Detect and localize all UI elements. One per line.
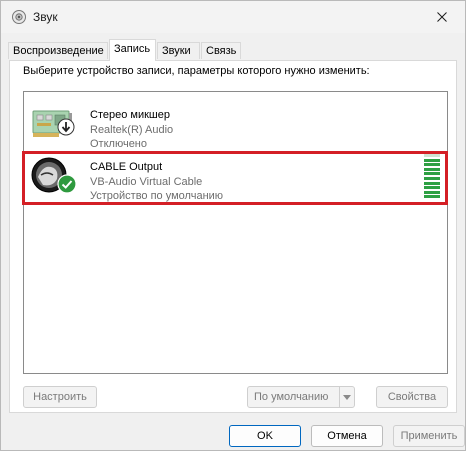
selection-highlight xyxy=(22,151,448,205)
properties-button[interactable]: Свойства xyxy=(376,386,448,408)
tab-playback[interactable]: Воспроизведение xyxy=(8,42,108,59)
title-bar: Звук xyxy=(1,1,465,33)
device-name: Стерео микшер xyxy=(90,109,170,121)
configure-button[interactable]: Настроить xyxy=(23,386,97,408)
device-item-stereo-mix[interactable]: Стерео микшер Realtek(R) Audio Отключено xyxy=(24,98,447,150)
device-list[interactable]: Стерео микшер Realtek(R) Audio Отключено xyxy=(22,91,448,374)
chevron-down-icon xyxy=(343,394,351,400)
panel-instruction: Выберите устройство записи, параметры ко… xyxy=(23,65,370,77)
sound-dialog: Звук Воспроизведение Запись Звуки Связь … xyxy=(0,0,466,451)
ok-button[interactable]: OK xyxy=(229,425,301,447)
device-status: Отключено xyxy=(90,138,147,150)
tab-sounds[interactable]: Звуки xyxy=(157,42,200,59)
cancel-button[interactable]: Отмена xyxy=(311,425,383,447)
set-default-button[interactable]: По умолчанию xyxy=(247,386,355,408)
speaker-icon xyxy=(12,10,26,24)
set-default-dropdown[interactable] xyxy=(339,387,354,407)
close-icon xyxy=(437,12,447,22)
tab-communications[interactable]: Связь xyxy=(201,42,241,59)
recording-panel: Выберите устройство записи, параметры ко… xyxy=(9,60,457,413)
set-default-label: По умолчанию xyxy=(254,391,329,403)
disabled-arrow-icon xyxy=(57,118,75,136)
tab-recording[interactable]: Запись xyxy=(109,39,156,61)
close-button[interactable] xyxy=(419,1,465,33)
apply-button[interactable]: Применить xyxy=(393,425,465,447)
device-driver: Realtek(R) Audio xyxy=(90,124,174,136)
window-title: Звук xyxy=(33,10,58,24)
